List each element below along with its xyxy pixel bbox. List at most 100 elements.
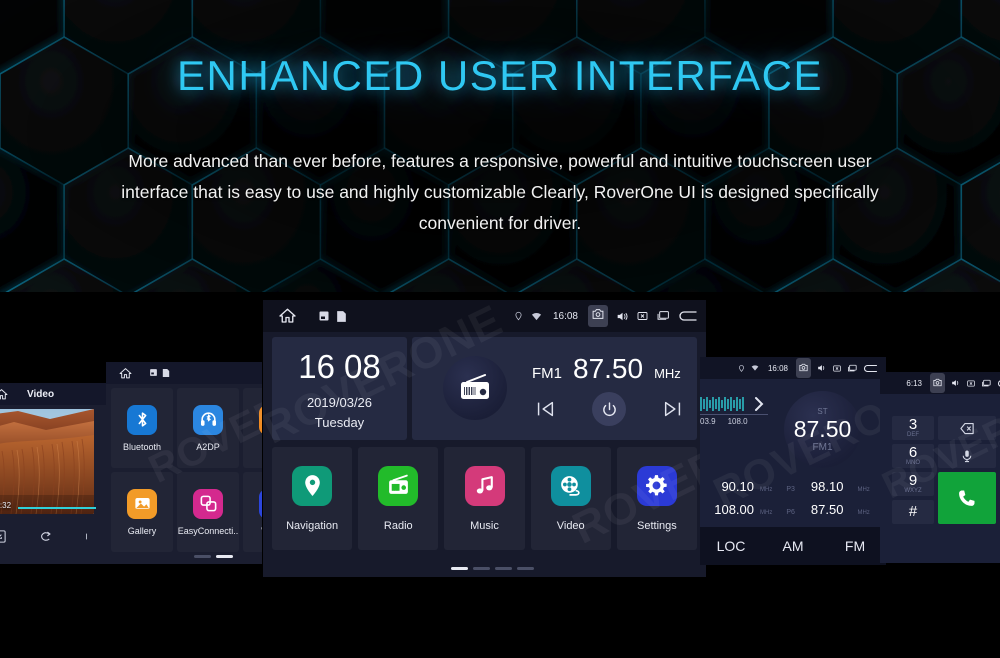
home-screen[interactable]: 16:08 16 08 2019/03/26 Tuesday FM1 87.50… (263, 300, 706, 577)
headphones-icon (200, 412, 216, 426)
home-pager[interactable] (451, 567, 534, 570)
video-player-screen[interactable]: Video:32 (0, 383, 108, 564)
location-pin-icon (304, 475, 320, 496)
power-button[interactable] (592, 392, 626, 426)
call-button[interactable] (938, 472, 996, 524)
back-icon[interactable] (678, 309, 698, 323)
tab-loc[interactable]: LOC (700, 538, 762, 554)
dialer-screen[interactable]: 6:13 3DEF6MNO9WXYZ# ROVERONE (880, 372, 1000, 563)
dial-frequency: 87.50 (793, 415, 852, 442)
volume-icon[interactable] (615, 310, 629, 323)
film-reel-icon (561, 476, 580, 496)
app-cell-a2dp[interactable]: A2DP (177, 388, 239, 468)
bluetooth-icon (127, 404, 157, 435)
gallery-icon (134, 497, 150, 510)
hero-banner: ENHANCED USER INTERFACE More advanced th… (0, 0, 1000, 292)
video-title: Video (27, 388, 55, 400)
volume-icon[interactable] (816, 363, 827, 373)
location-icon (739, 364, 744, 372)
device-screens-stage: Video:32 Bluetooth A2DP Gallery EasyCon… (0, 292, 1000, 658)
home-app-music[interactable]: Music (444, 447, 525, 550)
mute-icon[interactable] (966, 379, 976, 388)
preset-slot: P6 (786, 509, 795, 516)
preset-unit: MHz (760, 487, 773, 493)
app-drawer-pager[interactable] (194, 555, 233, 558)
preset-unit: MHz (857, 510, 870, 516)
previous-icon[interactable] (84, 529, 94, 544)
power-icon (602, 401, 616, 416)
preset-frequency[interactable]: 108.00 (700, 502, 754, 517)
music-note-icon (476, 476, 493, 494)
app-cell-gallery[interactable]: Gallery (111, 472, 173, 552)
app-cell-bluetooth[interactable]: Bluetooth (111, 388, 173, 468)
home-app-label: Video (556, 519, 585, 532)
voice-input-button[interactable] (938, 444, 996, 468)
preset-frequency[interactable]: 87.50 (811, 502, 844, 517)
previous-track-icon[interactable] (534, 398, 556, 420)
back-icon[interactable] (863, 363, 878, 374)
preset-frequency[interactable]: 98.10 (811, 479, 844, 494)
dial-key-6[interactable]: 6 MNO (892, 444, 934, 468)
screenshot-icon[interactable] (796, 358, 811, 378)
mute-icon[interactable] (636, 310, 649, 322)
screenshot-icon[interactable] (930, 373, 945, 393)
home-icon[interactable] (118, 367, 133, 380)
radio-unit: MHz (654, 366, 681, 381)
video-progress-bar[interactable] (18, 507, 96, 509)
recents-icon[interactable] (847, 364, 858, 373)
clock-hours: 16 (298, 347, 335, 385)
home-app-navigation[interactable]: Navigation (272, 447, 353, 550)
gear-icon (646, 475, 668, 496)
home-app-settings[interactable]: Settings (616, 447, 698, 550)
recents-icon[interactable] (656, 310, 671, 322)
storage-icon (162, 369, 170, 377)
gallery-icon (127, 488, 157, 519)
repeat-icon[interactable] (37, 529, 54, 544)
tab-am[interactable]: AM (762, 538, 824, 554)
app-label: A2DP (196, 441, 220, 452)
radio-icon (461, 374, 489, 399)
radio-dial: ST 87.50 FM1 (775, 382, 870, 477)
backspace-button[interactable] (938, 416, 996, 440)
fullscreen-icon[interactable] (0, 529, 7, 544)
radio-screen[interactable]: 16:08 03.9 108.0 ST 87.50 FM1 90.10 MHz … (700, 357, 886, 565)
preset-slot: P3 (786, 486, 795, 493)
headphones-icon (193, 404, 223, 435)
screenshot-icon[interactable] (588, 305, 608, 327)
radio-ring (434, 347, 516, 429)
home-icon[interactable] (277, 307, 298, 325)
recents-icon[interactable] (981, 379, 992, 388)
dial-key-digit: 3 (908, 416, 918, 433)
dial-key-9[interactable]: 9 WXYZ (892, 472, 934, 496)
radio-widget[interactable]: FM1 87.50 MHz (412, 337, 697, 440)
stereo-indicator: ST (817, 406, 828, 416)
home-app-radio[interactable]: Radio (358, 447, 439, 550)
home-app-label: Music (470, 519, 499, 532)
dial-key-digit: 9 (908, 472, 918, 489)
film-reel-icon (550, 465, 591, 506)
tab-fm[interactable]: FM (824, 538, 886, 554)
home-app-video[interactable]: Video (530, 447, 611, 550)
preset-unit: MHz (857, 487, 870, 493)
statusbar-clock: 6:13 (906, 378, 922, 388)
music-note-icon (464, 465, 505, 506)
app-cell-easyconnecti[interactable]: EasyConnecti.. (177, 472, 239, 552)
clock-widget[interactable]: 16 08 2019/03/26 Tuesday (272, 337, 407, 440)
video-thumbnail[interactable] (0, 409, 94, 514)
chevron-right-icon[interactable] (752, 395, 766, 413)
dial-key-3[interactable]: 3 DEF (892, 416, 934, 440)
home-icon[interactable] (0, 388, 9, 401)
dial-key-digit: 6 (908, 444, 918, 461)
wifi-icon (751, 365, 759, 371)
volume-icon[interactable] (950, 378, 961, 388)
dial-key-hash[interactable]: # (892, 500, 934, 524)
home-app-label: Radio (383, 519, 413, 532)
app-label: Bluetooth (122, 441, 162, 452)
next-track-icon[interactable] (662, 398, 684, 420)
location-pin-icon (292, 465, 333, 506)
preset-frequency[interactable]: 90.10 (700, 479, 754, 494)
page-title: ENHANCED USER INTERFACE (177, 52, 823, 99)
page-root: ENHANCED USER INTERFACE More advanced th… (0, 0, 1000, 658)
mute-icon[interactable] (832, 364, 842, 373)
radio-icon (378, 465, 419, 506)
